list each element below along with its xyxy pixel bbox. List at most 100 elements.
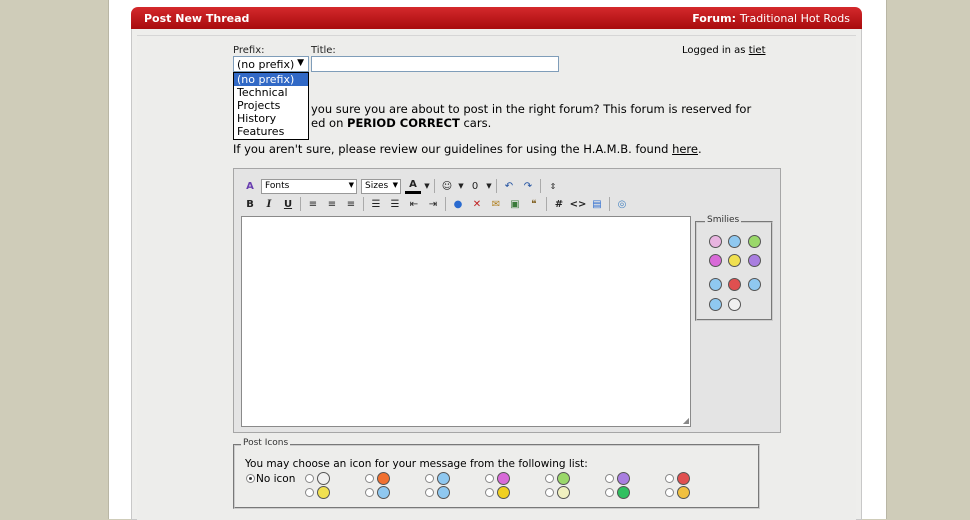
html-code-icon[interactable]: ▤ (589, 196, 605, 212)
ordered-list-icon[interactable]: ☰ (368, 196, 384, 212)
undo-icon[interactable]: ↶ (501, 178, 517, 194)
outdent-icon[interactable]: ⇤ (406, 196, 422, 212)
post-icon-mad-icon[interactable] (617, 472, 630, 485)
post-icon-radio-lightbulb[interactable] (545, 488, 554, 497)
insert-email-icon[interactable]: ✉ (488, 196, 504, 212)
font-select-value: Fonts (265, 180, 290, 191)
post-icon-lightbulb-icon[interactable] (557, 486, 570, 499)
indent-icon[interactable]: ⇥ (425, 196, 441, 212)
smiley-insert-icon[interactable]: ☺ (439, 178, 455, 194)
font-select[interactable]: Fonts ▼ (261, 178, 357, 194)
resize-editor-icon[interactable]: ⇕ (545, 178, 561, 194)
post-icon-radio-wink[interactable] (425, 474, 434, 483)
post-icon-wink-icon[interactable] (437, 472, 450, 485)
post-icon-radio-cool[interactable] (365, 488, 374, 497)
size-select[interactable]: Sizes ▼ (361, 178, 401, 194)
warning-period-correct: PERIOD CORRECT (347, 116, 460, 130)
post-icon-radio-mad[interactable] (605, 474, 614, 483)
smiley-eek-icon[interactable] (728, 298, 741, 311)
post-icon-radio-no-icon[interactable] (246, 474, 255, 483)
redo-icon[interactable]: ↷ (520, 178, 536, 194)
smiley-angry-icon[interactable] (728, 278, 741, 291)
forum-warning-line3: If you aren't sure, please review our gu… (233, 142, 702, 156)
smiley-tongue-icon[interactable] (709, 235, 722, 248)
align-center-icon[interactable]: ≡ (324, 196, 340, 212)
bold-icon[interactable]: B (242, 196, 258, 212)
post-icon-grin-icon[interactable] (557, 472, 570, 485)
toolbar-divider (434, 179, 435, 193)
post-icon-radio-question[interactable] (425, 488, 434, 497)
post-icon-arrow-icon[interactable] (617, 486, 630, 499)
remove-link-icon[interactable]: ✕ (469, 196, 485, 212)
warning-line2-post: cars. (463, 116, 492, 130)
unordered-list-icon[interactable]: ☰ (387, 196, 403, 212)
smiley-sunglasses-icon[interactable] (709, 298, 722, 311)
prefix-option-technical[interactable]: Technical (234, 86, 308, 99)
guidelines-link[interactable]: here (672, 142, 698, 156)
post-icon-radio-angry[interactable] (665, 474, 674, 483)
post-icon-radio-big-grin[interactable] (485, 474, 494, 483)
insert-quote-icon[interactable]: ❝ (526, 196, 542, 212)
warning-line3-post: . (697, 142, 702, 156)
forum-breadcrumb: Forum: Traditional Hot Rods (692, 12, 850, 25)
message-textarea[interactable]: ◢ (241, 216, 691, 427)
post-icon-angry-icon[interactable] (677, 472, 690, 485)
post-icon-big-grin-icon[interactable] (497, 472, 510, 485)
post-icon-radio-smile[interactable] (305, 488, 314, 497)
title-label: Title: (311, 45, 336, 56)
title-input[interactable] (311, 56, 559, 72)
smilies-legend: Smilies (705, 215, 742, 225)
prefix-dropdown-list: (no prefix) Technical Projects History F… (233, 72, 309, 140)
smiley-cool-icon[interactable] (748, 278, 761, 291)
smiley-smile-icon[interactable] (728, 254, 741, 267)
post-icon-question-icon[interactable] (437, 486, 450, 499)
username-link[interactable]: tiet (749, 45, 766, 56)
post-icon-radio-document[interactable] (305, 474, 314, 483)
code-icon[interactable]: <> (570, 196, 587, 212)
post-icon-thumbs-down-icon[interactable] (677, 486, 690, 499)
logged-in-status: Logged in as tiet (682, 45, 766, 56)
post-icon-radio-exclamation[interactable] (365, 474, 374, 483)
prefix-option-history[interactable]: History (234, 112, 308, 125)
smiley-wink-icon[interactable] (728, 235, 741, 248)
post-icon-radio-thumbs-down[interactable] (665, 488, 674, 497)
smiley-chevron-icon[interactable]: ▼ (458, 178, 464, 194)
post-icon-document-icon[interactable] (317, 472, 330, 485)
attachment-icon[interactable]: 0 (467, 178, 483, 194)
smiley-big-grin-icon[interactable] (709, 254, 722, 267)
resize-grip-icon[interactable]: ◢ (683, 416, 689, 425)
prefix-select[interactable]: (no prefix) ▼ (233, 56, 309, 72)
toolbar-divider (546, 197, 547, 211)
post-icon-warning-icon[interactable] (497, 486, 510, 499)
php-code-icon[interactable]: ◎ (614, 196, 630, 212)
editor-toolbar-row2: B I U ≡ ≡ ≡ ☰ ☰ ⇤ ⇥ ● ✕ ✉ ▣ ❝ # <> ▤ ◎ (242, 195, 633, 213)
smiley-mad-icon[interactable] (748, 254, 761, 267)
remove-format-icon[interactable]: A (242, 178, 258, 194)
underline-icon[interactable]: U (280, 196, 296, 212)
hash-tag-icon[interactable]: # (551, 196, 567, 212)
size-select-value: Sizes (365, 180, 389, 191)
align-left-icon[interactable]: ≡ (305, 196, 321, 212)
smiley-confused-icon[interactable] (709, 278, 722, 291)
post-icon-cool-icon[interactable] (377, 486, 390, 499)
page-title: Post New Thread (144, 12, 250, 25)
insert-link-icon[interactable]: ● (450, 196, 466, 212)
attachment-chevron-icon[interactable]: ▼ (486, 178, 492, 194)
prefix-option-features[interactable]: Features (234, 125, 308, 138)
warning-line3-pre: If you aren't sure, please review our gu… (233, 142, 669, 156)
post-icon-exclamation-icon[interactable] (377, 472, 390, 485)
text-color-icon[interactable]: A (405, 179, 421, 194)
post-icon-radio-grin[interactable] (545, 474, 554, 483)
post-icon-smile-icon[interactable] (317, 486, 330, 499)
smiley-grin-icon[interactable] (748, 235, 761, 248)
post-icon-radio-arrow[interactable] (605, 488, 614, 497)
prefix-option-projects[interactable]: Projects (234, 99, 308, 112)
toolbar-divider (496, 179, 497, 193)
prefix-option-no-prefix[interactable]: (no prefix) (234, 73, 308, 86)
text-color-chevron-icon[interactable]: ▼ (424, 178, 430, 194)
forum-name-link[interactable]: Traditional Hot Rods (740, 12, 850, 25)
post-icon-radio-warning[interactable] (485, 488, 494, 497)
insert-image-icon[interactable]: ▣ (507, 196, 523, 212)
italic-icon[interactable]: I (261, 196, 277, 212)
align-right-icon[interactable]: ≡ (343, 196, 359, 212)
